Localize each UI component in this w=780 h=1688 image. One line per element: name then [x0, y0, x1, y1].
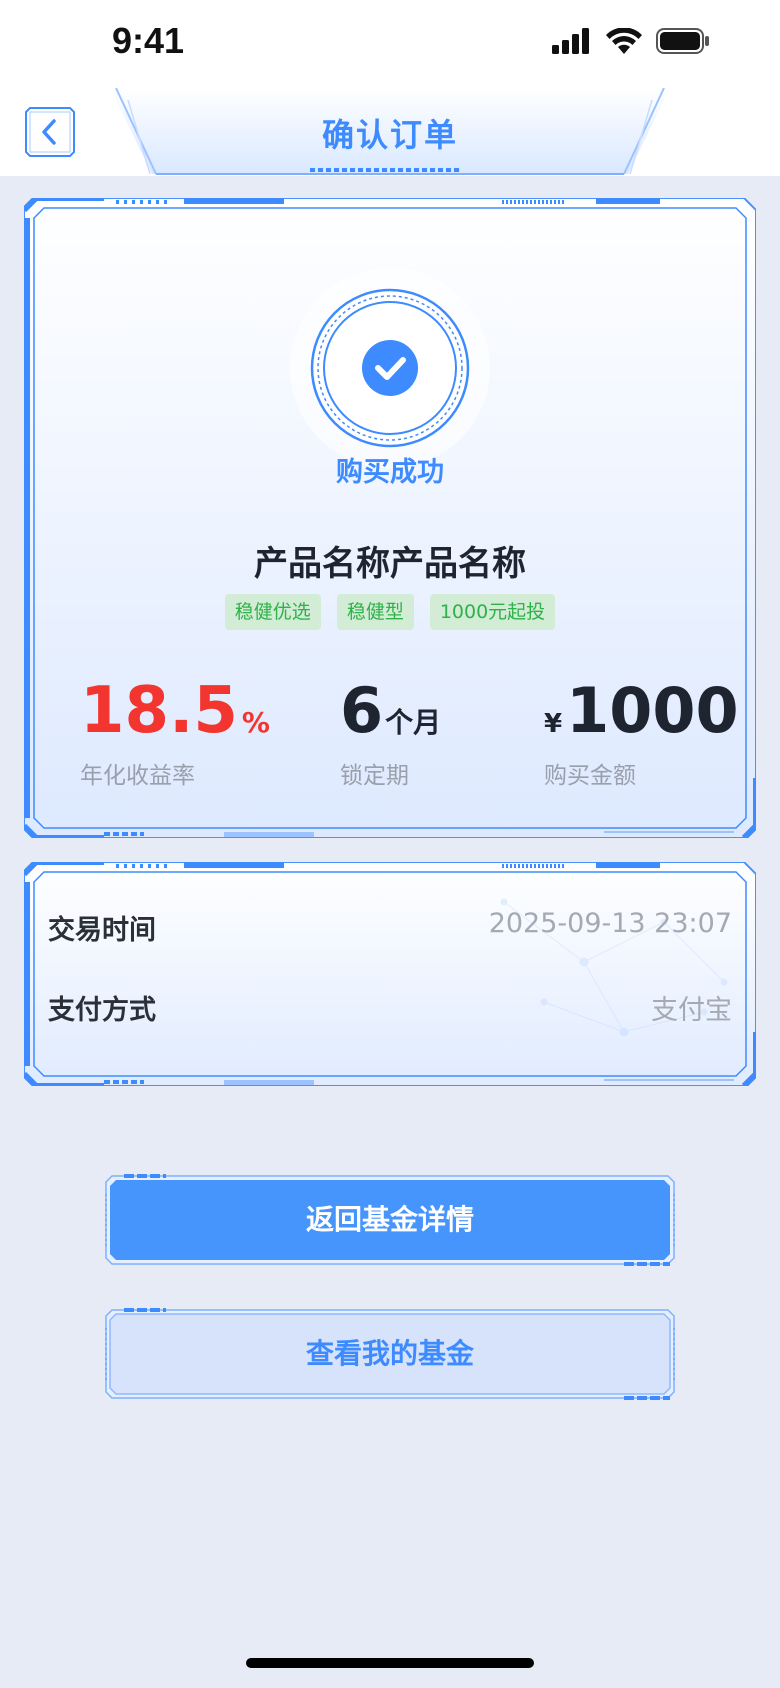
period-unit: 个月	[385, 706, 442, 739]
status-bar: 9:41	[0, 0, 780, 88]
product-tags: 稳健优选 稳健型 1000元起投	[0, 594, 780, 630]
view-my-funds-button[interactable]: 查看我的基金	[104, 1308, 676, 1400]
payment-method-value: 支付宝	[651, 995, 732, 1026]
amount-label: 购买金额	[544, 763, 636, 789]
transaction-time-value: 2025-09-13 23:07	[488, 908, 732, 939]
currency-symbol: ¥	[544, 709, 563, 739]
rate-unit: %	[241, 706, 270, 739]
primary-button-label: 返回基金详情	[305, 1203, 474, 1236]
metric-purchase-amount: ¥ 1000 购买金额	[544, 674, 739, 790]
wifi-icon	[606, 28, 642, 54]
payment-method-row: 支付方式 支付宝	[48, 988, 732, 1027]
amount-value: 1000	[566, 674, 739, 747]
payment-method-label: 支付方式	[48, 995, 156, 1026]
transaction-time-row: 交易时间 2025-09-13 23:07	[48, 908, 732, 947]
period-label: 锁定期	[340, 763, 409, 789]
metric-annual-rate: 18.5 % 年化收益率	[80, 674, 270, 790]
home-indicator	[246, 1658, 534, 1668]
card-frame	[24, 862, 756, 1086]
transaction-details-card	[24, 862, 756, 1086]
nav-bar: 确认订单	[0, 88, 780, 176]
metric-lock-period: 6 个月 锁定期	[340, 674, 441, 790]
tag-label: 1000元起投	[429, 594, 556, 630]
status-icons	[552, 28, 710, 54]
back-button[interactable]	[24, 106, 76, 158]
product-name: 产品名称产品名称	[254, 544, 526, 584]
success-status-text: 购买成功	[336, 457, 444, 488]
chevron-left-icon	[25, 107, 75, 157]
signal-icon	[552, 28, 589, 54]
secondary-button-label: 查看我的基金	[305, 1337, 474, 1370]
back-to-fund-details-button[interactable]: 返回基金详情	[104, 1174, 676, 1266]
transaction-time-label: 交易时间	[48, 915, 156, 946]
page-title: 确认订单	[321, 116, 458, 154]
tag-label: 稳健优选	[224, 594, 321, 630]
rate-value: 18.5	[80, 674, 238, 748]
period-value: 6	[340, 674, 384, 747]
check-circle-icon	[290, 268, 490, 468]
status-time: 9:41	[112, 20, 185, 61]
rate-label: 年化收益率	[80, 763, 195, 789]
tag-label: 稳健型	[336, 594, 414, 630]
battery-icon	[656, 28, 709, 54]
